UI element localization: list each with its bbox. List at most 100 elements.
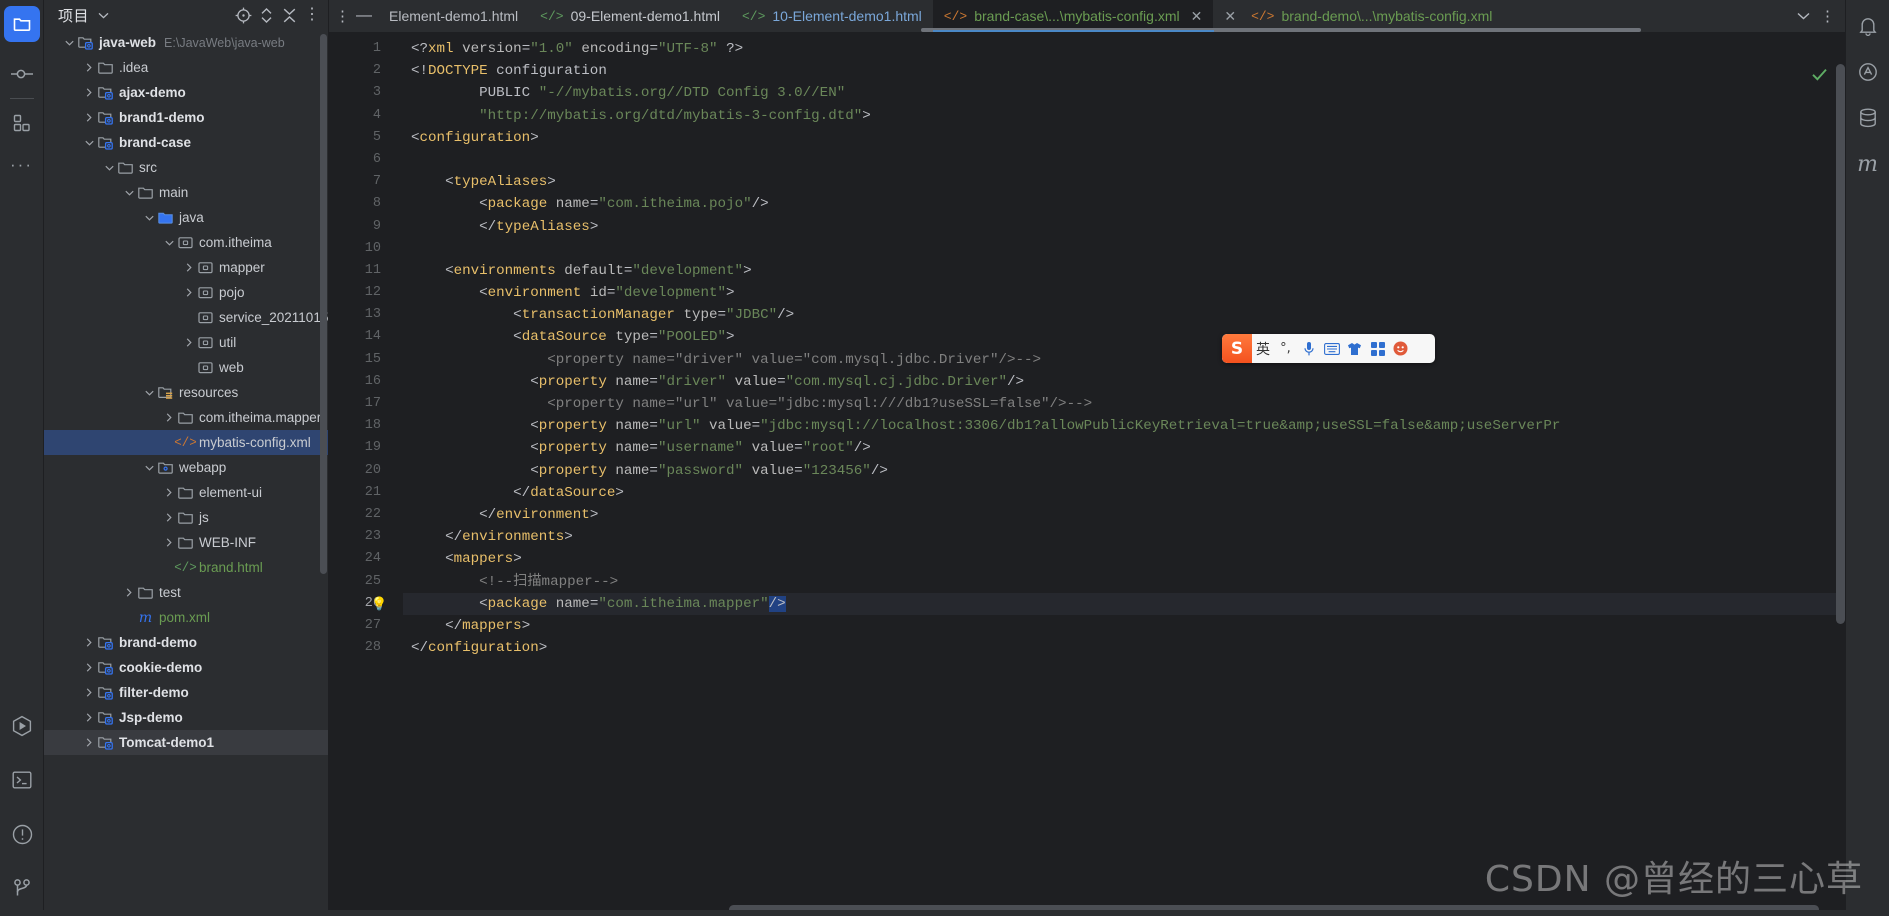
line-number[interactable]: 8 <box>329 193 391 215</box>
line-number[interactable]: 23 <box>329 526 391 548</box>
tree-node-webapp[interactable]: webapp <box>44 455 328 480</box>
line-number[interactable]: 25 <box>329 571 391 593</box>
chevron-right-icon[interactable] <box>162 505 176 530</box>
line-number[interactable]: 5 <box>329 127 391 149</box>
tree-node-test[interactable]: test <box>44 580 328 605</box>
expand-collapse-icon[interactable] <box>256 5 276 25</box>
code-line[interactable]: </mappers> <box>403 615 1845 637</box>
tree-node-jsp-demo[interactable]: Jsp-demo <box>44 705 328 730</box>
line-number[interactable]: 28 <box>329 637 391 659</box>
line-number[interactable]: 27 <box>329 615 391 637</box>
editor-kebab-icon[interactable]: ⋮ <box>335 9 350 24</box>
code-line[interactable]: <property name="driver" value="com.mysql… <box>403 371 1845 393</box>
line-number[interactable]: 18 <box>329 415 391 437</box>
tree-node-tomcat-demo1[interactable]: Tomcat-demo1 <box>44 730 328 755</box>
line-number[interactable]: 15 <box>329 349 391 371</box>
ime-menu-icon[interactable] <box>1389 334 1412 363</box>
tree-node-brand-html[interactable]: </> brand.html <box>44 555 328 580</box>
code-line[interactable]: "http://mybatis.org/dtd/mybatis-3-config… <box>403 105 1845 127</box>
chevron-down-icon[interactable] <box>142 380 156 405</box>
chevron-down-icon[interactable] <box>142 205 156 230</box>
tab-options-icon[interactable]: ⋮ <box>1820 9 1835 24</box>
code-line[interactable] <box>403 149 1845 171</box>
tree-node-java-web[interactable]: java-web E:\JavaWeb\java-web <box>44 30 328 55</box>
code-line[interactable]: <!-- <property name="url" value="jdbc:my… <box>403 393 1845 415</box>
tree-node-brand-demo[interactable]: brand-demo <box>44 630 328 655</box>
code-line[interactable]: <configuration> <box>403 127 1845 149</box>
ime-keyboard-icon[interactable] <box>1320 334 1343 363</box>
tree-node-main[interactable]: main <box>44 180 328 205</box>
chevron-right-icon[interactable] <box>82 705 96 730</box>
line-number[interactable]: 1 <box>329 38 391 60</box>
code-line[interactable]: <!--扫描mapper--> <box>403 571 1845 593</box>
line-number[interactable]: 24 <box>329 548 391 570</box>
chevron-right-icon[interactable] <box>82 655 96 680</box>
line-number[interactable]: 19 <box>329 437 391 459</box>
chevron-right-icon[interactable] <box>162 480 176 505</box>
chevron-down-icon[interactable] <box>162 230 176 255</box>
chevron-down-icon[interactable] <box>142 455 156 480</box>
chevron-right-icon[interactable] <box>182 255 196 280</box>
code-line[interactable]: </environment> <box>403 504 1845 526</box>
tree-node-ajax-demo[interactable]: ajax-demo <box>44 80 328 105</box>
inspection-status-ok-icon[interactable] <box>1812 68 1827 85</box>
code-line[interactable]: </dataSource> <box>403 482 1845 504</box>
tree-node-mapper[interactable]: mapper <box>44 255 328 280</box>
code-line[interactable]: </environments> <box>403 526 1845 548</box>
tree-node-web[interactable]: web <box>44 355 328 380</box>
run-icon[interactable] <box>2 706 42 746</box>
terminal-icon[interactable] <box>2 760 42 800</box>
tree-node-resources[interactable]: resources <box>44 380 328 405</box>
code-line[interactable]: <mappers> <box>403 548 1845 570</box>
line-number[interactable]: 12 <box>329 282 391 304</box>
code-text[interactable]: <?xml version="1.0" encoding="UTF-8" ?> <… <box>403 32 1845 916</box>
code-line[interactable]: <transactionManager type="JDBC"/> <box>403 304 1845 326</box>
intention-bulb-icon[interactable]: 💡 <box>371 596 387 612</box>
tree-node-com-itheima[interactable]: com.itheima <box>44 230 328 255</box>
tree-node-com-itheima-mapper[interactable]: com.itheima.mapper <box>44 405 328 430</box>
code-line[interactable]: <dataSource type="POOLED"> <box>403 326 1845 348</box>
chevron-right-icon[interactable] <box>162 530 176 555</box>
line-number[interactable]: 3 <box>329 82 391 104</box>
code-line[interactable]: <environment id="development"> <box>403 282 1845 304</box>
ai-assistant-icon[interactable] <box>1852 56 1884 88</box>
commit-icon[interactable] <box>2 54 42 94</box>
sogou-ime-toolbar[interactable]: S 英 °, <box>1222 334 1435 363</box>
editor-vertical-scrollbar[interactable] <box>1836 64 1845 624</box>
chevron-down-icon[interactable] <box>62 30 76 55</box>
options-menu-icon[interactable]: ⋮ <box>302 5 322 25</box>
tree-node-src[interactable]: src <box>44 155 328 180</box>
tree-node-js[interactable]: js <box>44 505 328 530</box>
ime-voice-input-icon[interactable] <box>1297 334 1320 363</box>
line-number[interactable]: 13 <box>329 304 391 326</box>
code-line[interactable]: <package name="com.itheima.mapper"/> <box>403 592 1845 615</box>
line-number[interactable]: 9 <box>329 216 391 238</box>
tree-node-pom-xml[interactable]: m pom.xml <box>44 605 328 630</box>
line-number[interactable]: 21 <box>329 482 391 504</box>
code-line[interactable]: <?xml version="1.0" encoding="UTF-8" ?> <box>403 38 1845 60</box>
tab-close-icon[interactable]: ✕ <box>1224 8 1236 25</box>
code-line[interactable]: <environments default="development"> <box>403 260 1845 282</box>
tree-node-service-20211015[interactable]: service_20211015_ <box>44 305 328 330</box>
code-editor[interactable]: 1 2 3 4 5 6 7 8 9 10 11 12 13 14 15 16 17 18 19 20 21 22 23 24 2… <box>329 32 1845 916</box>
editor-tab-element-demo1-html[interactable]: Element-demo1.html <box>378 0 529 32</box>
code-line[interactable]: <!-- <property name="driver" value="com.… <box>403 349 1845 371</box>
notifications-bell-icon[interactable] <box>1852 10 1884 42</box>
code-line[interactable]: </typeAliases> <box>403 216 1845 238</box>
line-number[interactable]: 7 <box>329 171 391 193</box>
tree-node-mybatis-config-xml[interactable]: </> mybatis-config.xml <box>44 430 328 455</box>
chevron-right-icon[interactable] <box>82 80 96 105</box>
database-icon[interactable] <box>1852 102 1884 134</box>
more-tool-windows-icon[interactable]: ··· <box>2 145 42 185</box>
line-number[interactable]: 10 <box>329 238 391 260</box>
chevron-right-icon[interactable] <box>162 405 176 430</box>
tree-node-cookie-demo[interactable]: cookie-demo <box>44 655 328 680</box>
maven-m-icon[interactable]: m <box>1852 148 1884 180</box>
chevron-right-icon[interactable] <box>82 55 96 80</box>
ime-language-mode[interactable]: 英 <box>1252 334 1274 363</box>
tree-node-java[interactable]: java <box>44 205 328 230</box>
tree-node-element-ui[interactable]: element-ui <box>44 480 328 505</box>
chevron-right-icon[interactable] <box>82 630 96 655</box>
tree-node-brand-case[interactable]: brand-case <box>44 130 328 155</box>
tree-node-brand1-demo[interactable]: brand1-demo <box>44 105 328 130</box>
